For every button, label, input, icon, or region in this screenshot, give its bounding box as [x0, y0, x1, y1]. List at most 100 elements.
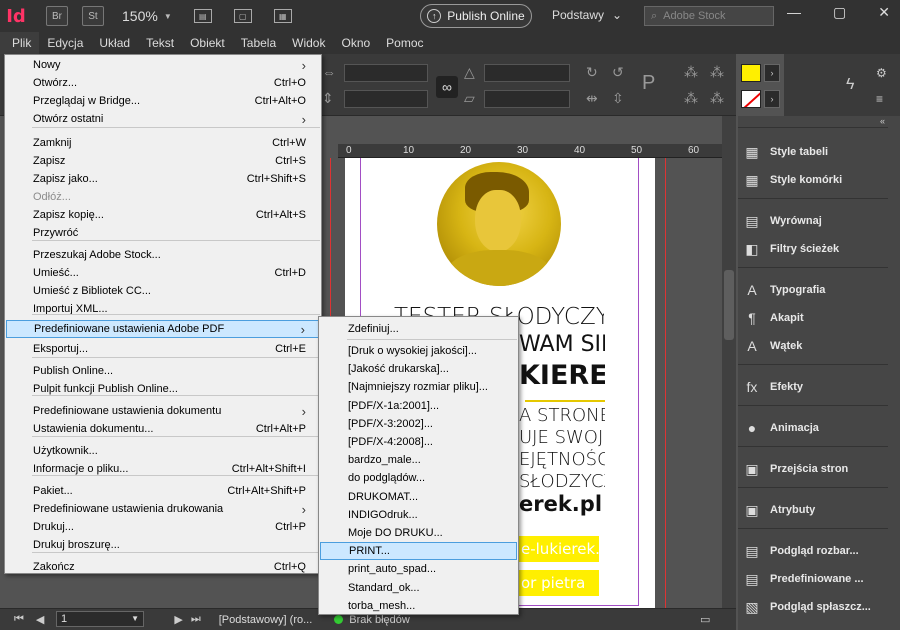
preflight-label[interactable]: Brak błędów — [349, 614, 410, 626]
pdf-preset-item[interactable]: [PDF/X-1a:2001]... — [320, 397, 517, 415]
panel-tab[interactable]: ▦ Style tabeli — [742, 139, 888, 165]
panel-tab[interactable]: ▤ Podgląd rozbar... — [742, 538, 888, 564]
publish-online-button[interactable]: ↑ Publish Online — [420, 4, 532, 28]
view-options-icon[interactable]: ▤ — [193, 9, 212, 23]
pdf-preset-item[interactable]: PRINT... — [320, 542, 517, 561]
menu-5[interactable]: Tabela — [233, 32, 284, 54]
last-page-icon[interactable]: ⏭ — [191, 613, 201, 626]
close-icon[interactable]: ✕ — [878, 4, 890, 21]
panel-tab[interactable]: ▤ Predefiniowane ... — [742, 566, 888, 592]
panel-tab[interactable]: ▤ Wyrównaj — [742, 208, 888, 234]
view-toggle-icon[interactable]: ▭ — [700, 613, 710, 626]
canvas-scrollbar[interactable] — [722, 116, 736, 608]
pdf-preset-item[interactable]: Moje DO DRUKU... — [320, 524, 517, 542]
pdf-preset-item[interactable]: [Najmniejszy rozmiar pliku]... — [320, 378, 517, 396]
panel-tab[interactable]: A Typografia — [742, 277, 888, 303]
select-container-icon[interactable]: ⁂ — [684, 64, 698, 81]
file-menu-item[interactable]: Przeszukaj Adobe Stock... — [6, 246, 320, 264]
select-next-icon[interactable]: ⁂ — [710, 90, 724, 107]
select-content-icon[interactable]: ⁂ — [710, 64, 724, 81]
file-menu-item[interactable]: Publish Online... — [6, 362, 320, 380]
pdf-preset-item[interactable]: INDIGOdruk... — [320, 506, 517, 524]
file-menu-item[interactable]: Umieść... Ctrl+D — [6, 264, 320, 282]
gear-icon[interactable]: ⚙ — [876, 66, 887, 80]
flip-v-icon[interactable]: ⇳ — [612, 90, 624, 107]
file-menu-item[interactable]: Użytkownik... — [6, 442, 320, 460]
menu-4[interactable]: Obiekt — [182, 32, 233, 54]
pdf-preset-item[interactable]: torba_mesh... — [320, 597, 517, 615]
panel-tab[interactable]: ▦ Style komórki — [742, 167, 888, 193]
file-menu-item[interactable]: Zamknij Ctrl+W — [6, 134, 320, 152]
file-menu-item[interactable]: Drukuj... Ctrl+P — [6, 518, 320, 536]
screen-mode-icon[interactable]: ▢ — [233, 9, 252, 23]
panel-tab[interactable]: A Wątek — [742, 333, 888, 359]
menu-icon[interactable]: ≡ — [876, 92, 883, 106]
quick-apply-icon[interactable]: ϟ — [846, 76, 854, 94]
bridge-button[interactable]: Br — [46, 6, 68, 26]
page-number-field[interactable]: 1 ▼ — [56, 611, 144, 627]
flip-h-icon[interactable]: ⇹ — [586, 90, 598, 107]
pdf-preset-item[interactable]: Standard_ok... — [320, 579, 517, 597]
file-menu-item[interactable]: Zapisz jako... Ctrl+Shift+S — [6, 170, 320, 188]
maximize-icon[interactable]: ▢ — [833, 4, 846, 21]
file-menu-item[interactable]: Otwórz ostatni › — [6, 110, 320, 128]
pdf-preset-item[interactable]: [Jakość drukarska]... — [320, 360, 517, 378]
chevron-right-icon[interactable]: › — [764, 64, 780, 82]
menu-1[interactable]: Edycja — [39, 32, 91, 54]
control-field[interactable] — [484, 64, 570, 82]
collapse-panels-icon[interactable]: « — [880, 116, 885, 126]
zoom-select[interactable]: 150% ▼ — [122, 8, 172, 24]
file-menu-item[interactable]: Predefiniowane ustawienia Adobe PDF › — [6, 320, 320, 338]
menu-2[interactable]: Układ — [91, 32, 138, 54]
pdf-preset-item[interactable]: [PDF/X-4:2008]... — [320, 433, 517, 451]
panel-tab[interactable]: ◧ Filtry ścieżek — [742, 236, 888, 262]
panel-tab[interactable]: ▧ Podgląd spłaszcz... — [742, 594, 888, 620]
menu-6[interactable]: Widok — [284, 32, 333, 54]
control-field[interactable] — [344, 64, 428, 82]
portrait-image[interactable] — [437, 162, 561, 286]
file-menu-item[interactable]: Zakończ Ctrl+Q — [6, 558, 320, 576]
scrollbar-thumb[interactable] — [724, 270, 734, 340]
control-field[interactable] — [344, 90, 428, 108]
panel-tab[interactable]: ▣ Przejścia stron — [742, 456, 888, 482]
chevron-right-icon[interactable]: › — [764, 90, 780, 108]
panel-tab[interactable]: ¶ Akapit — [742, 305, 888, 331]
rotate-ccw-icon[interactable]: ↺ — [612, 64, 624, 81]
file-menu-item[interactable]: Przeglądaj w Bridge... Ctrl+Alt+O — [6, 92, 320, 110]
next-page-icon[interactable]: ▶ — [174, 613, 182, 626]
arrange-documents-icon[interactable]: ▦ — [273, 9, 292, 23]
menu-7[interactable]: Okno — [333, 32, 378, 54]
pdf-preset-item[interactable]: print_auto_spad... — [320, 560, 517, 578]
constrain-proportions-icon[interactable]: ∞ — [436, 76, 458, 98]
file-menu-item[interactable]: Zapisz Ctrl+S — [6, 152, 320, 170]
stock-button[interactable]: St — [82, 6, 104, 26]
stock-search-input[interactable]: ⌕ Adobe Stock — [644, 6, 774, 26]
menu-0[interactable]: Plik — [0, 32, 40, 54]
pdf-preset-item[interactable]: [PDF/X-3:2002]... — [320, 415, 517, 433]
rotate-cw-icon[interactable]: ↻ — [586, 64, 598, 81]
master-page-label[interactable]: [Podstawowy] (ro... — [219, 614, 313, 626]
file-menu-item[interactable]: Otwórz... Ctrl+O — [6, 74, 320, 92]
pdf-preset-item[interactable]: Zdefiniuj... — [320, 320, 517, 338]
panel-tab[interactable]: fx Efekty — [742, 374, 888, 400]
file-menu-item[interactable]: Importuj XML... — [6, 300, 320, 318]
file-menu-item[interactable]: Predefiniowane ustawienia drukowania › — [6, 500, 320, 518]
file-menu-item[interactable]: Umieść z Bibliotek CC... — [6, 282, 320, 300]
file-menu-item[interactable]: Predefiniowane ustawienia dokumentu › — [6, 402, 320, 420]
menu-8[interactable]: Pomoc — [378, 32, 431, 54]
workspace-switcher[interactable]: Podstawy ⌄ — [552, 8, 622, 22]
control-field[interactable] — [484, 90, 570, 108]
pdf-preset-item[interactable]: DRUKOMAT... — [320, 488, 517, 506]
reference-point-icon[interactable]: P — [642, 72, 655, 95]
prev-page-icon[interactable]: ◀ — [36, 613, 44, 626]
menu-3[interactable]: Tekst — [138, 32, 182, 54]
file-menu-item[interactable]: Pakiet... Ctrl+Alt+Shift+P — [6, 482, 320, 500]
panel-tab[interactable]: ▣ Atrybuty — [742, 497, 888, 523]
pdf-preset-item[interactable]: [Druk o wysokiej jakości]... — [320, 342, 517, 360]
stroke-swatch[interactable] — [741, 90, 761, 108]
minimize-icon[interactable]: — — [787, 4, 801, 21]
first-page-icon[interactable]: ⏮ — [14, 613, 24, 626]
file-menu-item[interactable]: Eksportuj... Ctrl+E — [6, 340, 320, 358]
file-menu-item[interactable]: Nowy › — [6, 56, 320, 74]
fill-swatch[interactable] — [741, 64, 761, 82]
